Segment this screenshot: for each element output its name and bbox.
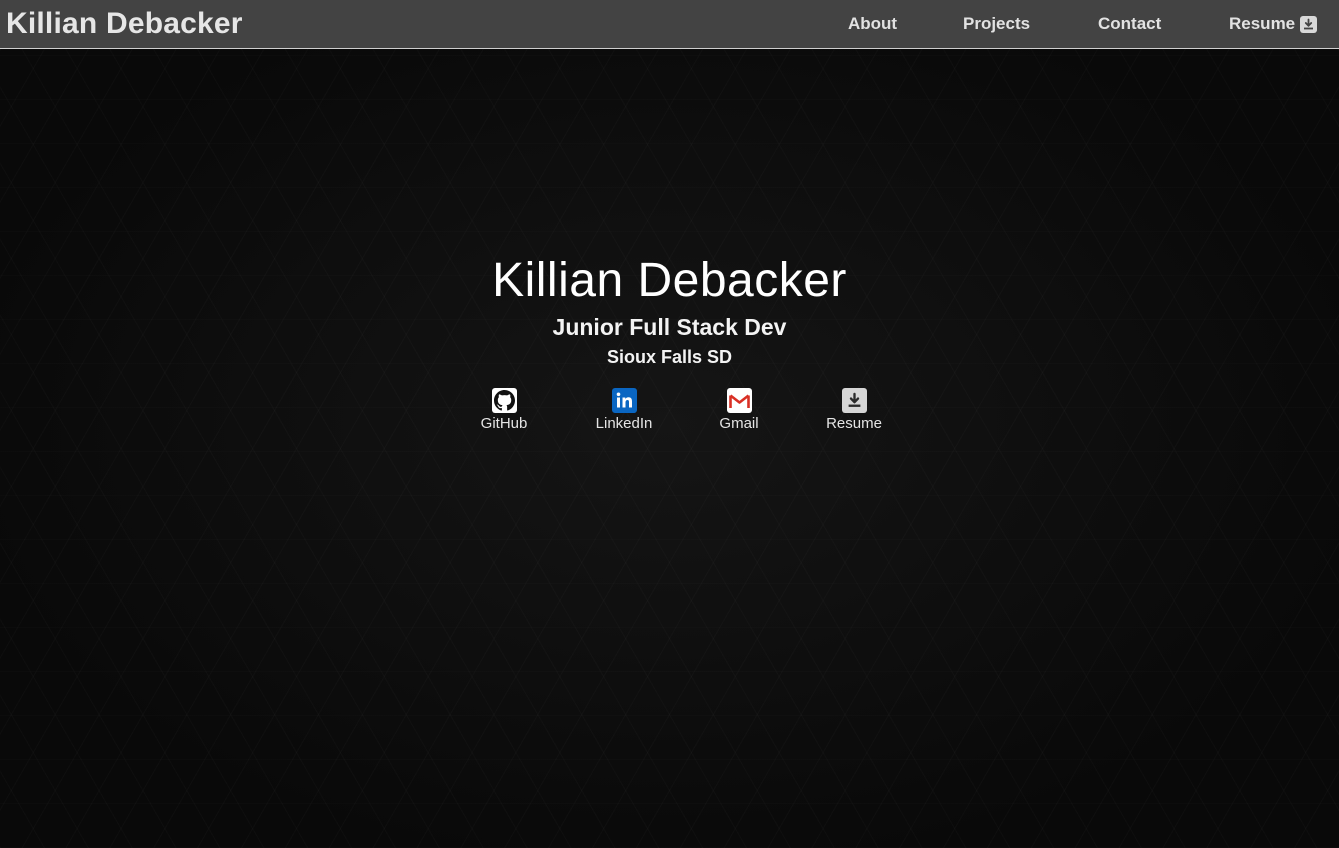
download-icon — [841, 388, 867, 413]
resume-label: Resume — [826, 415, 882, 432]
gmail-icon — [726, 388, 752, 413]
brand-logo[interactable]: Killian Debacker — [6, 6, 243, 42]
gmail-link[interactable]: Gmail — [694, 388, 784, 432]
hero-section: Killian Debacker Junior Full Stack Dev S… — [0, 250, 1339, 372]
download-icon — [1300, 15, 1318, 33]
nav-resume-label: Resume — [1229, 14, 1296, 33]
nav-link-resume[interactable]: Resume — [1229, 13, 1318, 35]
linkedin-link[interactable]: LinkedIn — [579, 388, 669, 432]
nav-link-about[interactable]: About — [848, 13, 897, 35]
github-link[interactable]: GitHub — [459, 388, 549, 432]
github-label: GitHub — [480, 415, 528, 432]
social-links: GitHub LinkedIn Gmail Resume — [0, 388, 1339, 438]
hero-role: Junior Full Stack Dev — [552, 314, 787, 340]
hero-name: Killian Debacker — [492, 254, 847, 307]
linkedin-icon — [611, 388, 637, 413]
nav-link-projects[interactable]: Projects — [963, 13, 1030, 35]
hero-location: Sioux Falls SD — [606, 347, 733, 367]
linkedin-label: LinkedIn — [595, 415, 653, 432]
navbar: Killian Debacker About Projects Contact … — [0, 0, 1339, 49]
gmail-label: Gmail — [719, 415, 759, 432]
github-icon — [491, 388, 517, 413]
resume-link[interactable]: Resume — [809, 388, 899, 432]
nav-link-contact[interactable]: Contact — [1098, 13, 1161, 35]
